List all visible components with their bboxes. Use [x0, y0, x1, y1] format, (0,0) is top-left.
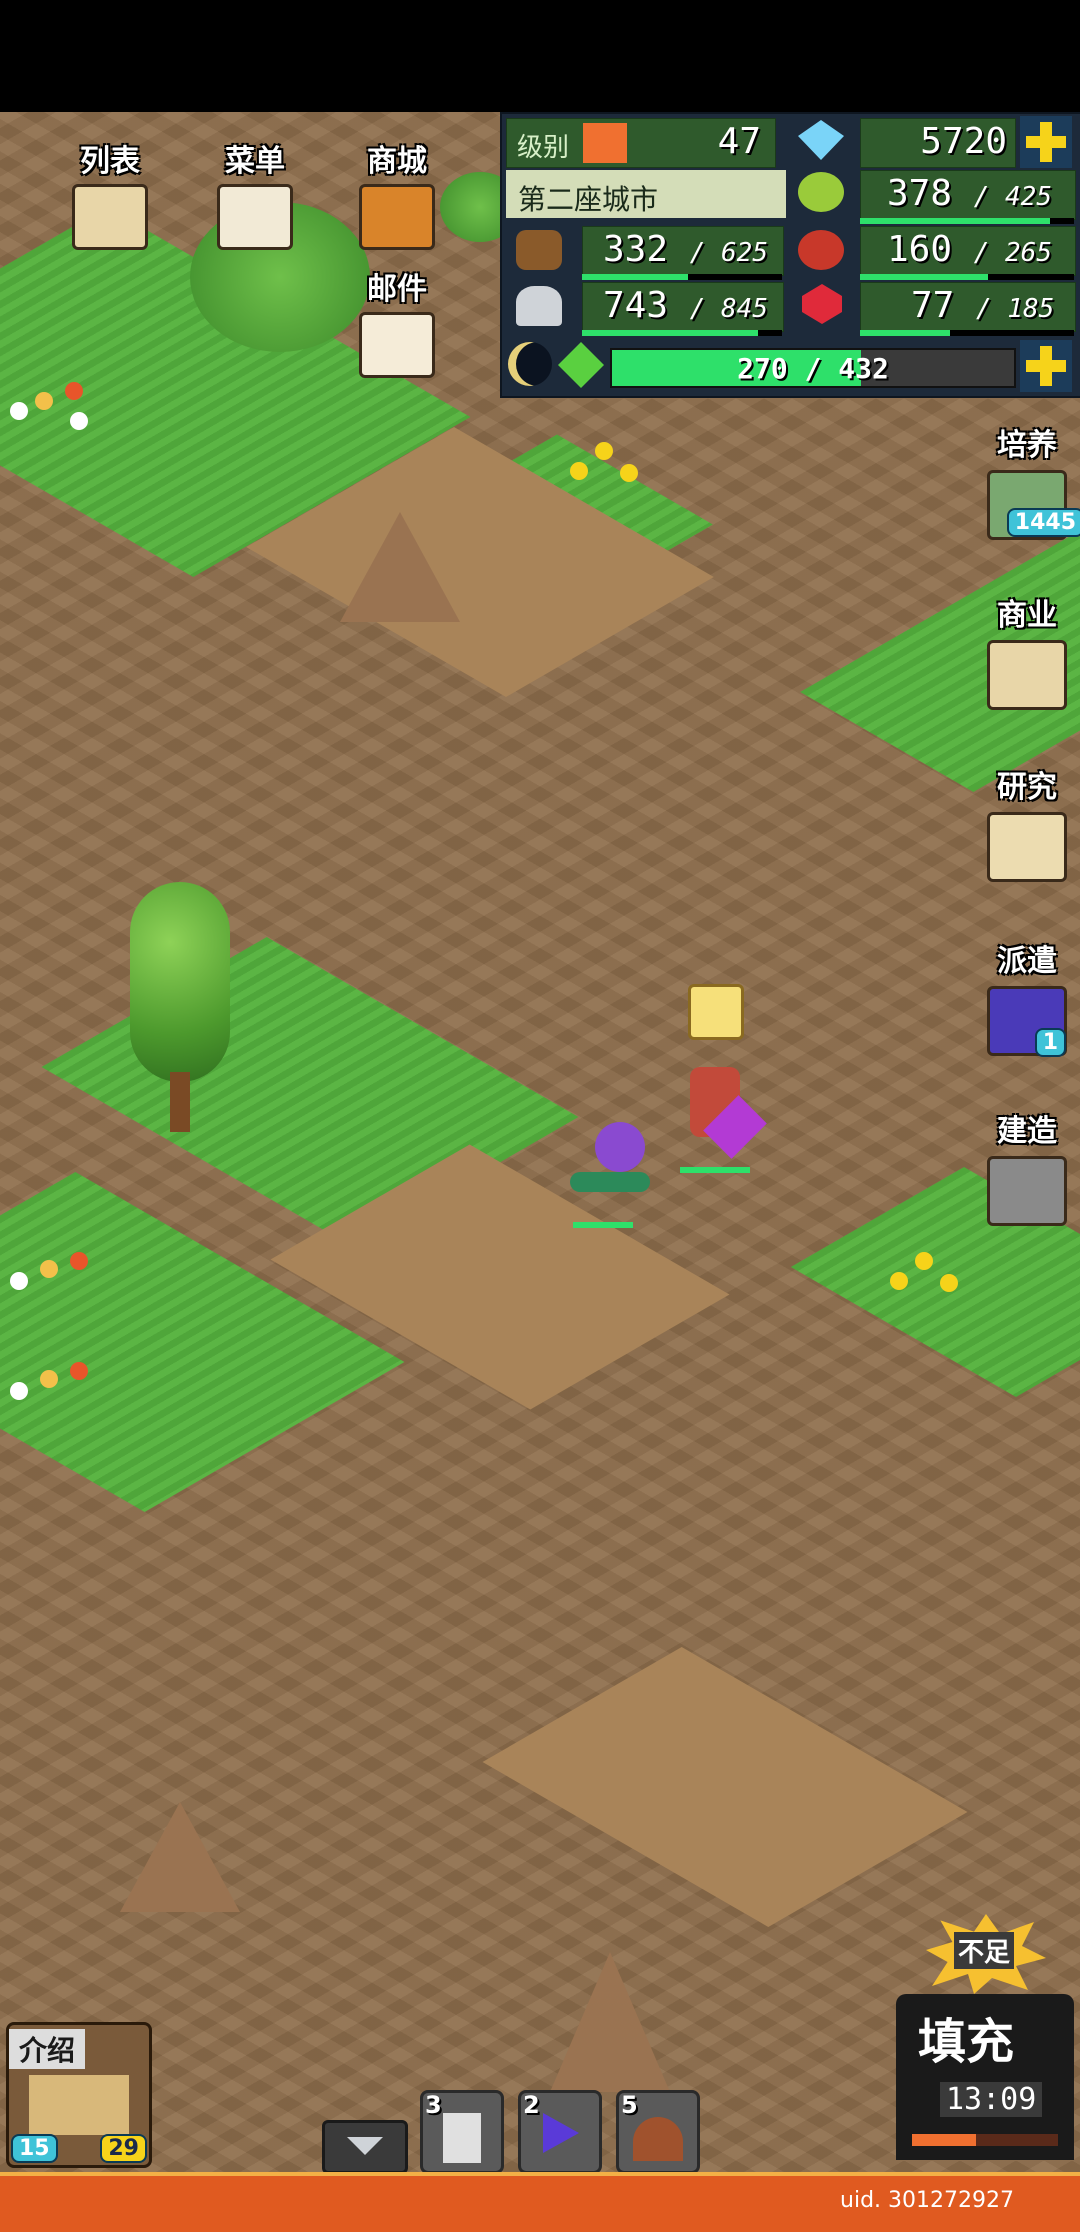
map-scroll-icon	[987, 812, 1067, 882]
shop-button[interactable]: 商城	[352, 136, 442, 250]
dispatch-button[interactable]: 派遣 1	[982, 936, 1072, 1057]
business-button[interactable]: 商业	[982, 590, 1072, 710]
build-button[interactable]: 建造	[982, 1106, 1072, 1226]
intro-button[interactable]: 介绍 15 29	[6, 2022, 152, 2168]
rock-spire	[340, 512, 460, 622]
hammer-icon	[987, 1156, 1067, 1226]
fill-button[interactable]: 不足 填充 13:09	[896, 1910, 1074, 2160]
resource-panel: 级别 47 5720 第二座城市 378 / 425 332 / 625 160…	[500, 112, 1080, 398]
research-button[interactable]: 研究	[982, 762, 1072, 882]
slot2-count: 2	[523, 2091, 540, 2119]
purple-flower-monster[interactable]	[565, 1122, 665, 1232]
food-bar	[860, 218, 1074, 224]
train-label: 培养	[997, 428, 1057, 463]
collapse-button[interactable]	[322, 2120, 408, 2174]
fill-timer: 13:09	[940, 2082, 1043, 2117]
quick-slot-flag[interactable]: 2	[518, 2090, 602, 2174]
produce-cell: 160 / 265	[860, 226, 1076, 276]
produce-value: 160 / 265	[887, 229, 1052, 270]
ruby-value: 77 / 185	[911, 285, 1055, 326]
envelope-icon	[359, 312, 435, 378]
hero-knight-unit[interactable]	[670, 1057, 767, 1177]
stone-cell: 743 / 845	[582, 282, 784, 332]
mail-button[interactable]: 邮件	[352, 264, 442, 378]
wood-value: 332 / 625	[603, 229, 768, 270]
intro-left-count: 15	[11, 2134, 58, 2163]
wood-cell: 332 / 625	[582, 226, 784, 276]
flowers	[880, 1252, 980, 1312]
signboard-icon	[217, 184, 293, 250]
stone-icon	[516, 286, 562, 326]
slot3-count: 5	[621, 2091, 638, 2119]
chevron-down-icon	[347, 2137, 383, 2155]
flowers	[10, 1362, 110, 1422]
intro-label: 介绍	[9, 2029, 86, 2069]
train-button[interactable]: 培养 1445	[982, 420, 1080, 540]
level-color-swatch	[583, 123, 627, 163]
fill-label: 填充	[918, 2014, 1015, 2070]
level-cell: 级别 47	[506, 118, 776, 168]
rock-spire	[550, 1952, 670, 2092]
gems-cell: 5720	[860, 118, 1016, 168]
moon-icon	[508, 342, 552, 386]
scroll-bag-icon	[72, 184, 148, 250]
city-name-cell: 第二座城市	[506, 170, 786, 218]
business-label: 商业	[997, 598, 1057, 633]
build-label: 建造	[997, 1114, 1057, 1149]
fill-progress	[912, 2134, 1058, 2146]
shop-label: 商城	[367, 144, 427, 179]
produce-bar	[860, 274, 1074, 280]
produce-icon	[798, 230, 844, 270]
food-value: 378 / 425	[887, 173, 1052, 214]
fill-badge: 不足	[954, 1932, 1015, 1969]
city-name: 第二座城市	[518, 183, 659, 216]
chest-gem-icon	[359, 184, 435, 250]
ruby-bar	[860, 330, 1074, 336]
research-label: 研究	[997, 770, 1057, 805]
dispatch-label: 派遣	[997, 944, 1057, 979]
tree	[125, 882, 235, 1142]
stone-bar	[582, 330, 782, 336]
add-gems-button[interactable]	[1020, 116, 1072, 168]
wood-log-icon	[516, 230, 562, 270]
energy-value: 270 / 432	[737, 352, 889, 385]
level-label: 级别	[517, 133, 570, 163]
menu-label: 菜单	[225, 144, 285, 179]
smile-speech-bubble	[688, 984, 744, 1040]
game-map[interactable]	[0, 112, 1080, 2172]
ruby-cell: 77 / 185	[860, 282, 1076, 332]
diamond-icon	[798, 120, 844, 160]
level-value: 47	[717, 121, 761, 162]
list-button[interactable]: 列表	[65, 136, 155, 250]
building-icon	[29, 2075, 129, 2135]
rock-spire	[120, 1802, 240, 1912]
castle-icon	[443, 2113, 481, 2163]
wood-bar	[582, 274, 782, 280]
energy-bar: 270 / 432	[610, 348, 1016, 388]
stone-value: 743 / 845	[603, 285, 768, 326]
quick-slot-cave[interactable]: 5	[616, 2090, 700, 2174]
mail-label: 邮件	[367, 272, 427, 307]
gems-value: 5720	[920, 121, 1007, 162]
menu-button[interactable]: 菜单	[210, 136, 300, 250]
flag-icon	[543, 2113, 579, 2153]
food-cell: 378 / 425	[860, 170, 1076, 220]
flowers	[560, 442, 660, 502]
cave-icon	[633, 2117, 683, 2161]
slot1-count: 3	[425, 2091, 442, 2119]
dirt-patch	[482, 1647, 968, 1927]
ruby-icon	[802, 284, 842, 324]
quick-slot-castle[interactable]: 3	[420, 2090, 504, 2174]
intro-right-count: 29	[100, 2134, 147, 2163]
uid-label: uid. 301272927	[840, 2188, 1014, 2213]
train-badge: 1445	[1006, 508, 1080, 537]
flowers	[10, 382, 110, 442]
list-label: 列表	[80, 144, 140, 179]
add-energy-button[interactable]	[1020, 340, 1072, 392]
dispatch-badge: 1	[1034, 1028, 1066, 1057]
flowers	[10, 1252, 110, 1312]
house-icon	[987, 640, 1067, 710]
food-icon	[798, 172, 844, 212]
green-gem-icon	[558, 342, 604, 388]
